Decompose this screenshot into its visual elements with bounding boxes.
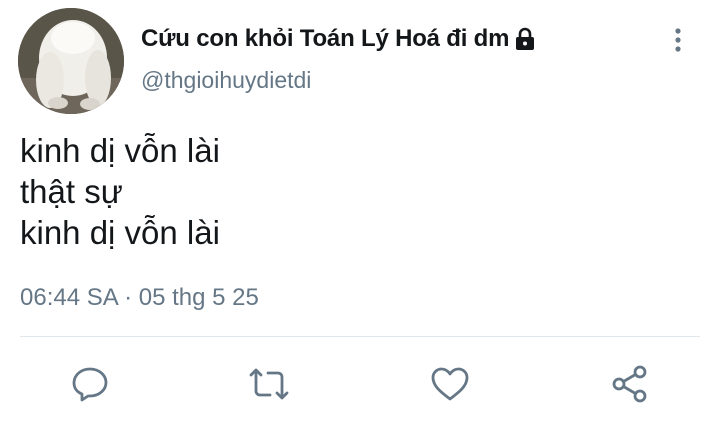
comment-icon [72,367,108,402]
action-bar [0,358,720,414]
share-icon [612,365,647,403]
avatar-image [18,8,124,114]
tweet-line: kinh dị vỗn lài [20,214,220,251]
retweet-button[interactable] [247,362,291,406]
tweet-card: Cứu con khỏi Toán Lý Hoá đi dm @thgioihu… [0,0,720,432]
heart-icon [431,367,469,401]
tweet-text: kinh dị vỗn lài thật sự kinh dị vỗn lài [20,130,220,253]
more-vertical-icon [675,28,681,52]
user-handle[interactable]: @thgioihuydietdi [141,67,311,94]
tweet-line: kinh dị vỗn lài [20,132,220,169]
reply-button[interactable] [68,362,112,406]
display-name[interactable]: Cứu con khỏi Toán Lý Hoá đi dm [141,25,509,53]
avatar[interactable] [18,8,124,114]
display-name-row: Cứu con khỏi Toán Lý Hoá đi dm [141,22,535,56]
retweet-icon [249,368,289,400]
more-options-button[interactable] [664,24,692,56]
lock-icon [515,27,535,51]
like-button[interactable] [428,362,472,406]
tweet-line: thật sự [20,173,123,210]
tweet-timestamp[interactable]: 06:44 SA · 05 thg 5 25 [20,284,259,312]
divider [20,336,700,337]
share-button[interactable] [608,362,652,406]
